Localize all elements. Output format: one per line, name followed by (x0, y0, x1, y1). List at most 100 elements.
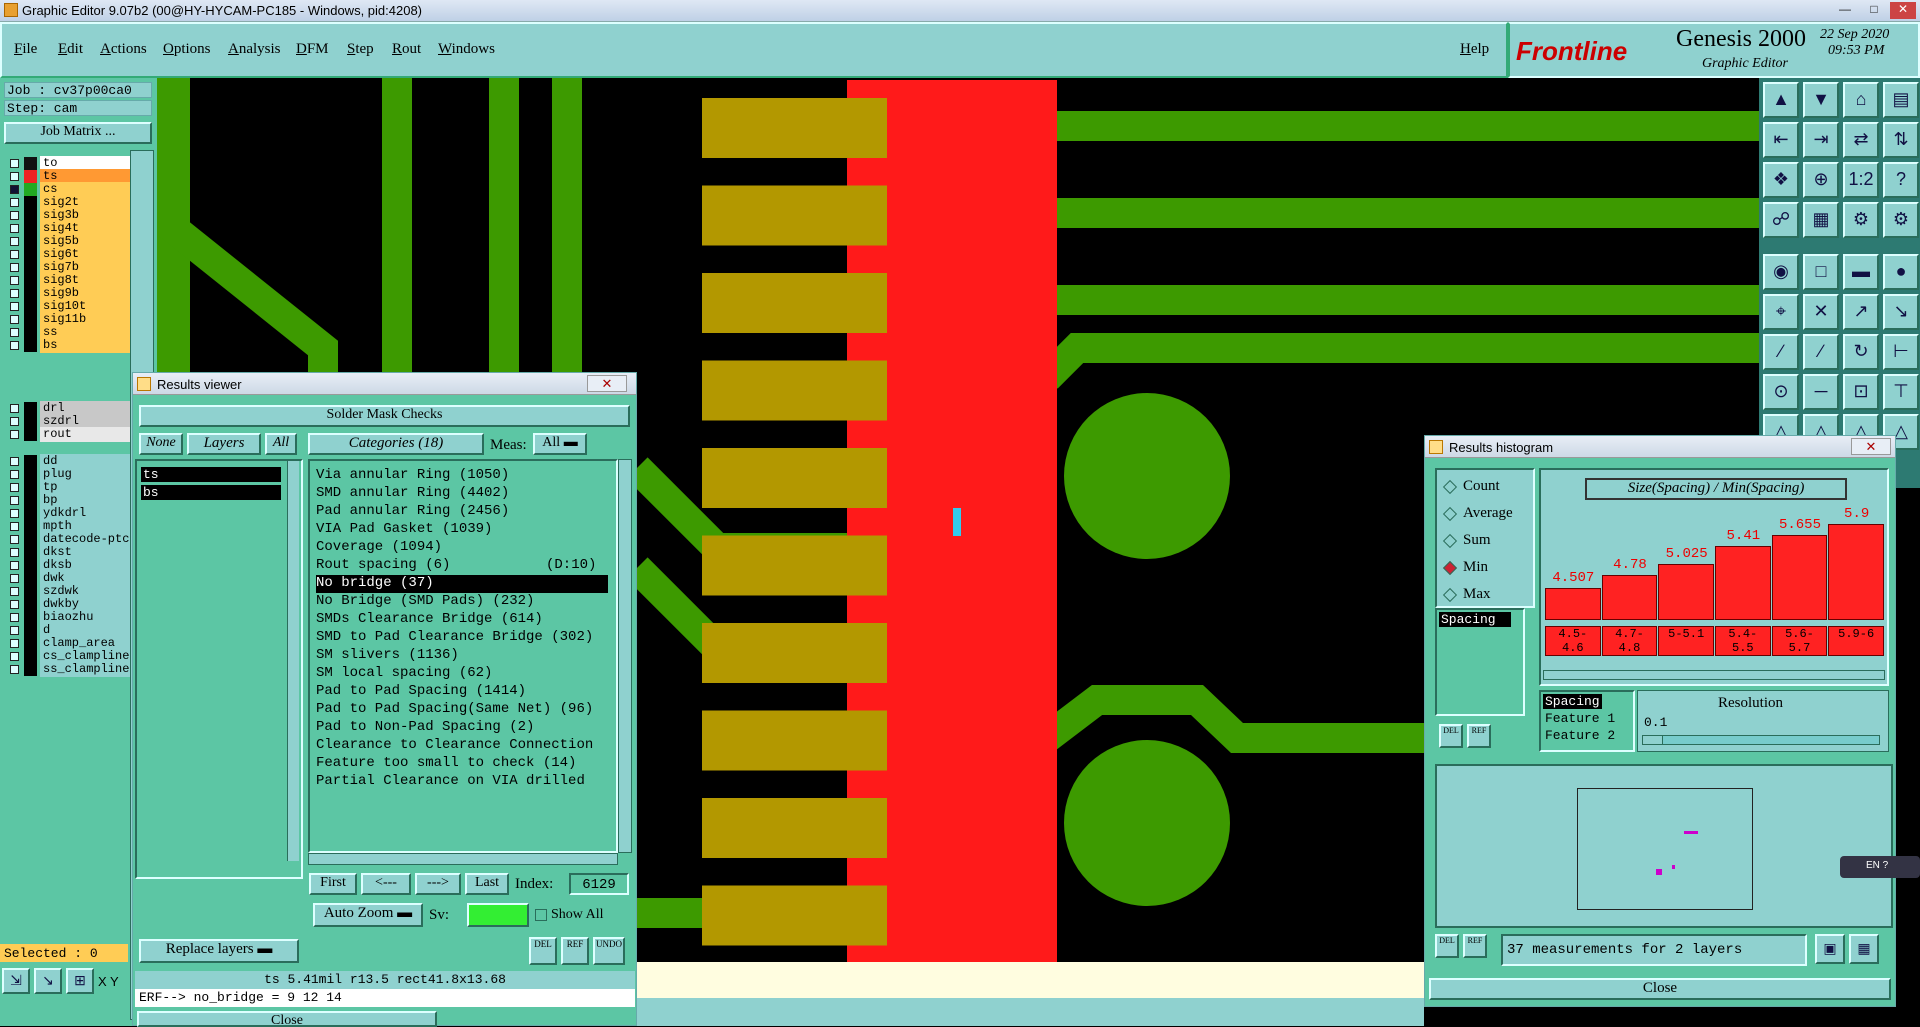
category-item[interactable]: Partial Clearance on VIA drilled (316, 773, 585, 791)
layer-checkbox[interactable] (10, 237, 19, 246)
layer-row-bs[interactable]: bs (8, 338, 132, 353)
option-max[interactable]: Max (1442, 586, 1533, 606)
layer-results-list[interactable]: ts bs (135, 459, 303, 879)
dot-icon[interactable]: ● (1883, 254, 1919, 290)
layers-button[interactable]: Layers (187, 433, 261, 455)
results-viewer-close-button[interactable]: Close (137, 1011, 437, 1027)
flip-icon[interactable]: ⇅ (1883, 122, 1919, 158)
undo-button[interactable]: UNDO (593, 937, 625, 965)
all-button[interactable]: All (265, 433, 297, 455)
index-input[interactable]: 6129 (569, 873, 629, 895)
layer-name[interactable]: ss_clampline (40, 662, 132, 677)
auto-zoom-select[interactable]: Auto Zoom ▬ (313, 903, 423, 927)
layer-checkbox[interactable] (10, 457, 19, 466)
cross-icon[interactable]: ✕ (1803, 294, 1839, 330)
left-icon[interactable]: ⇤ (1763, 122, 1799, 158)
chart-hscrollbar[interactable] (1543, 670, 1885, 680)
category-item[interactable]: SMDs Clearance Bridge (614) (316, 611, 543, 629)
histogram-field-list[interactable]: Spacing (1435, 608, 1525, 716)
menu-analysis[interactable]: Analysis (228, 41, 281, 58)
category-item[interactable]: SM slivers (1136) (316, 647, 459, 665)
category-item[interactable]: VIA Pad Gasket (1039) (316, 521, 492, 539)
category-item[interactable]: Rout spacing (6) (316, 557, 450, 575)
select-icon[interactable]: □ (1803, 254, 1839, 290)
meas-select[interactable]: All ▬ (533, 433, 587, 455)
layer-checkbox[interactable] (10, 483, 19, 492)
resolution-slider[interactable] (1642, 735, 1880, 745)
category-item[interactable]: Feature too small to check (14) (316, 755, 576, 773)
histogram-bar[interactable] (1828, 523, 1884, 620)
minimize-button[interactable]: — (1832, 2, 1858, 19)
layer-list-scrollbar[interactable] (287, 461, 299, 861)
layer-checkbox[interactable] (10, 341, 19, 350)
option-min[interactable]: Min (1442, 559, 1533, 579)
menu-file[interactable]: File (14, 41, 37, 58)
layer-checkbox[interactable] (10, 224, 19, 233)
helicopter-icon[interactable]: ☍ (1763, 202, 1799, 238)
layer-checkbox[interactable] (10, 548, 19, 557)
feature-field-item[interactable]: Spacing (1543, 694, 1602, 709)
histogram-bar[interactable] (1715, 546, 1771, 620)
layer-checkbox[interactable] (10, 522, 19, 531)
scale-icon[interactable]: 1:2 (1843, 162, 1879, 198)
none-button[interactable]: None (139, 433, 183, 455)
hline-icon[interactable]: ─ (1803, 374, 1839, 410)
layer-checkbox[interactable] (10, 172, 19, 181)
layer-checkbox[interactable] (10, 417, 19, 426)
layer-checkbox[interactable] (10, 509, 19, 518)
center-icon[interactable]: ⊕ (1803, 162, 1839, 198)
grid-icon[interactable]: ⊞ (66, 968, 94, 994)
menu-windows[interactable]: Windows (438, 41, 495, 58)
grid-icon[interactable]: ▦ (1803, 202, 1839, 238)
layer-checkbox[interactable] (10, 185, 19, 194)
layer-name[interactable]: bs (40, 338, 132, 353)
radio-diamond-icon[interactable] (1442, 506, 1458, 522)
ruler-icon[interactable]: ▬ (1843, 254, 1879, 290)
category-item[interactable]: Pad to Pad Spacing (1414) (316, 683, 526, 701)
layer-checkbox[interactable] (10, 430, 19, 439)
menu-rout[interactable]: Rout (392, 41, 421, 58)
layer-checkbox[interactable] (10, 470, 19, 479)
camera-icon[interactable]: ◉ (1763, 254, 1799, 290)
layer-checkbox[interactable] (10, 574, 19, 583)
category-item[interactable]: Coverage (1094) (316, 539, 442, 557)
menu-help[interactable]: Help (1460, 41, 1489, 58)
rotate-icon[interactable]: ↻ (1843, 334, 1879, 370)
option-sum[interactable]: Sum (1442, 532, 1533, 552)
histogram-bar[interactable] (1545, 587, 1601, 620)
layer-checkbox[interactable] (10, 315, 19, 324)
menu-actions[interactable]: Actions (100, 41, 147, 58)
categories-button[interactable]: Categories (18) (308, 433, 484, 455)
result-layer-item[interactable]: ts (141, 467, 281, 482)
category-item[interactable]: Via annular Ring (1050) (316, 467, 509, 485)
node-icon[interactable]: ⌖ (1763, 294, 1799, 330)
layer-checkbox[interactable] (10, 404, 19, 413)
layer-checkbox[interactable] (10, 587, 19, 596)
save-icon[interactable]: ▼ (1803, 82, 1839, 118)
histogram-bar[interactable] (1771, 534, 1828, 620)
layer-row-rout[interactable]: rout (8, 427, 132, 442)
menu-edit[interactable]: Edit (58, 41, 83, 58)
hist-ref-button[interactable]: REF (1463, 934, 1487, 958)
sv-color-select[interactable] (467, 903, 529, 927)
maximize-button[interactable]: □ (1861, 2, 1887, 19)
category-item[interactable]: Clearance to Clearance Connection (316, 737, 593, 755)
split-icon[interactable]: ⊢ (1883, 334, 1919, 370)
ref-button[interactable]: REF (561, 937, 589, 965)
feature-field-item[interactable]: Feature 2 (1543, 728, 1617, 743)
radio-diamond-icon[interactable] (1442, 587, 1458, 603)
open-icon[interactable]: ▲ (1763, 82, 1799, 118)
category-hscrollbar[interactable] (308, 853, 618, 865)
del-button[interactable]: DEL (529, 937, 557, 965)
feature-field-list[interactable]: Spacing Feature 1 Feature 2 (1539, 690, 1635, 752)
layout-icon[interactable]: ▤ (1883, 82, 1919, 118)
layer-checkbox[interactable] (10, 289, 19, 298)
line2-icon[interactable]: ∕ (1803, 334, 1839, 370)
category-item[interactable]: Pad annular Ring (2456) (316, 503, 509, 521)
category-item[interactable]: Pad to Pad Spacing(Same Net) (96) (316, 701, 593, 719)
layer-checkbox[interactable] (10, 561, 19, 570)
close-window-button[interactable]: ✕ (1890, 2, 1916, 19)
layer-checkbox[interactable] (10, 198, 19, 207)
menu-dfm[interactable]: DFM (296, 41, 329, 58)
histogram-bar[interactable] (1601, 575, 1658, 620)
